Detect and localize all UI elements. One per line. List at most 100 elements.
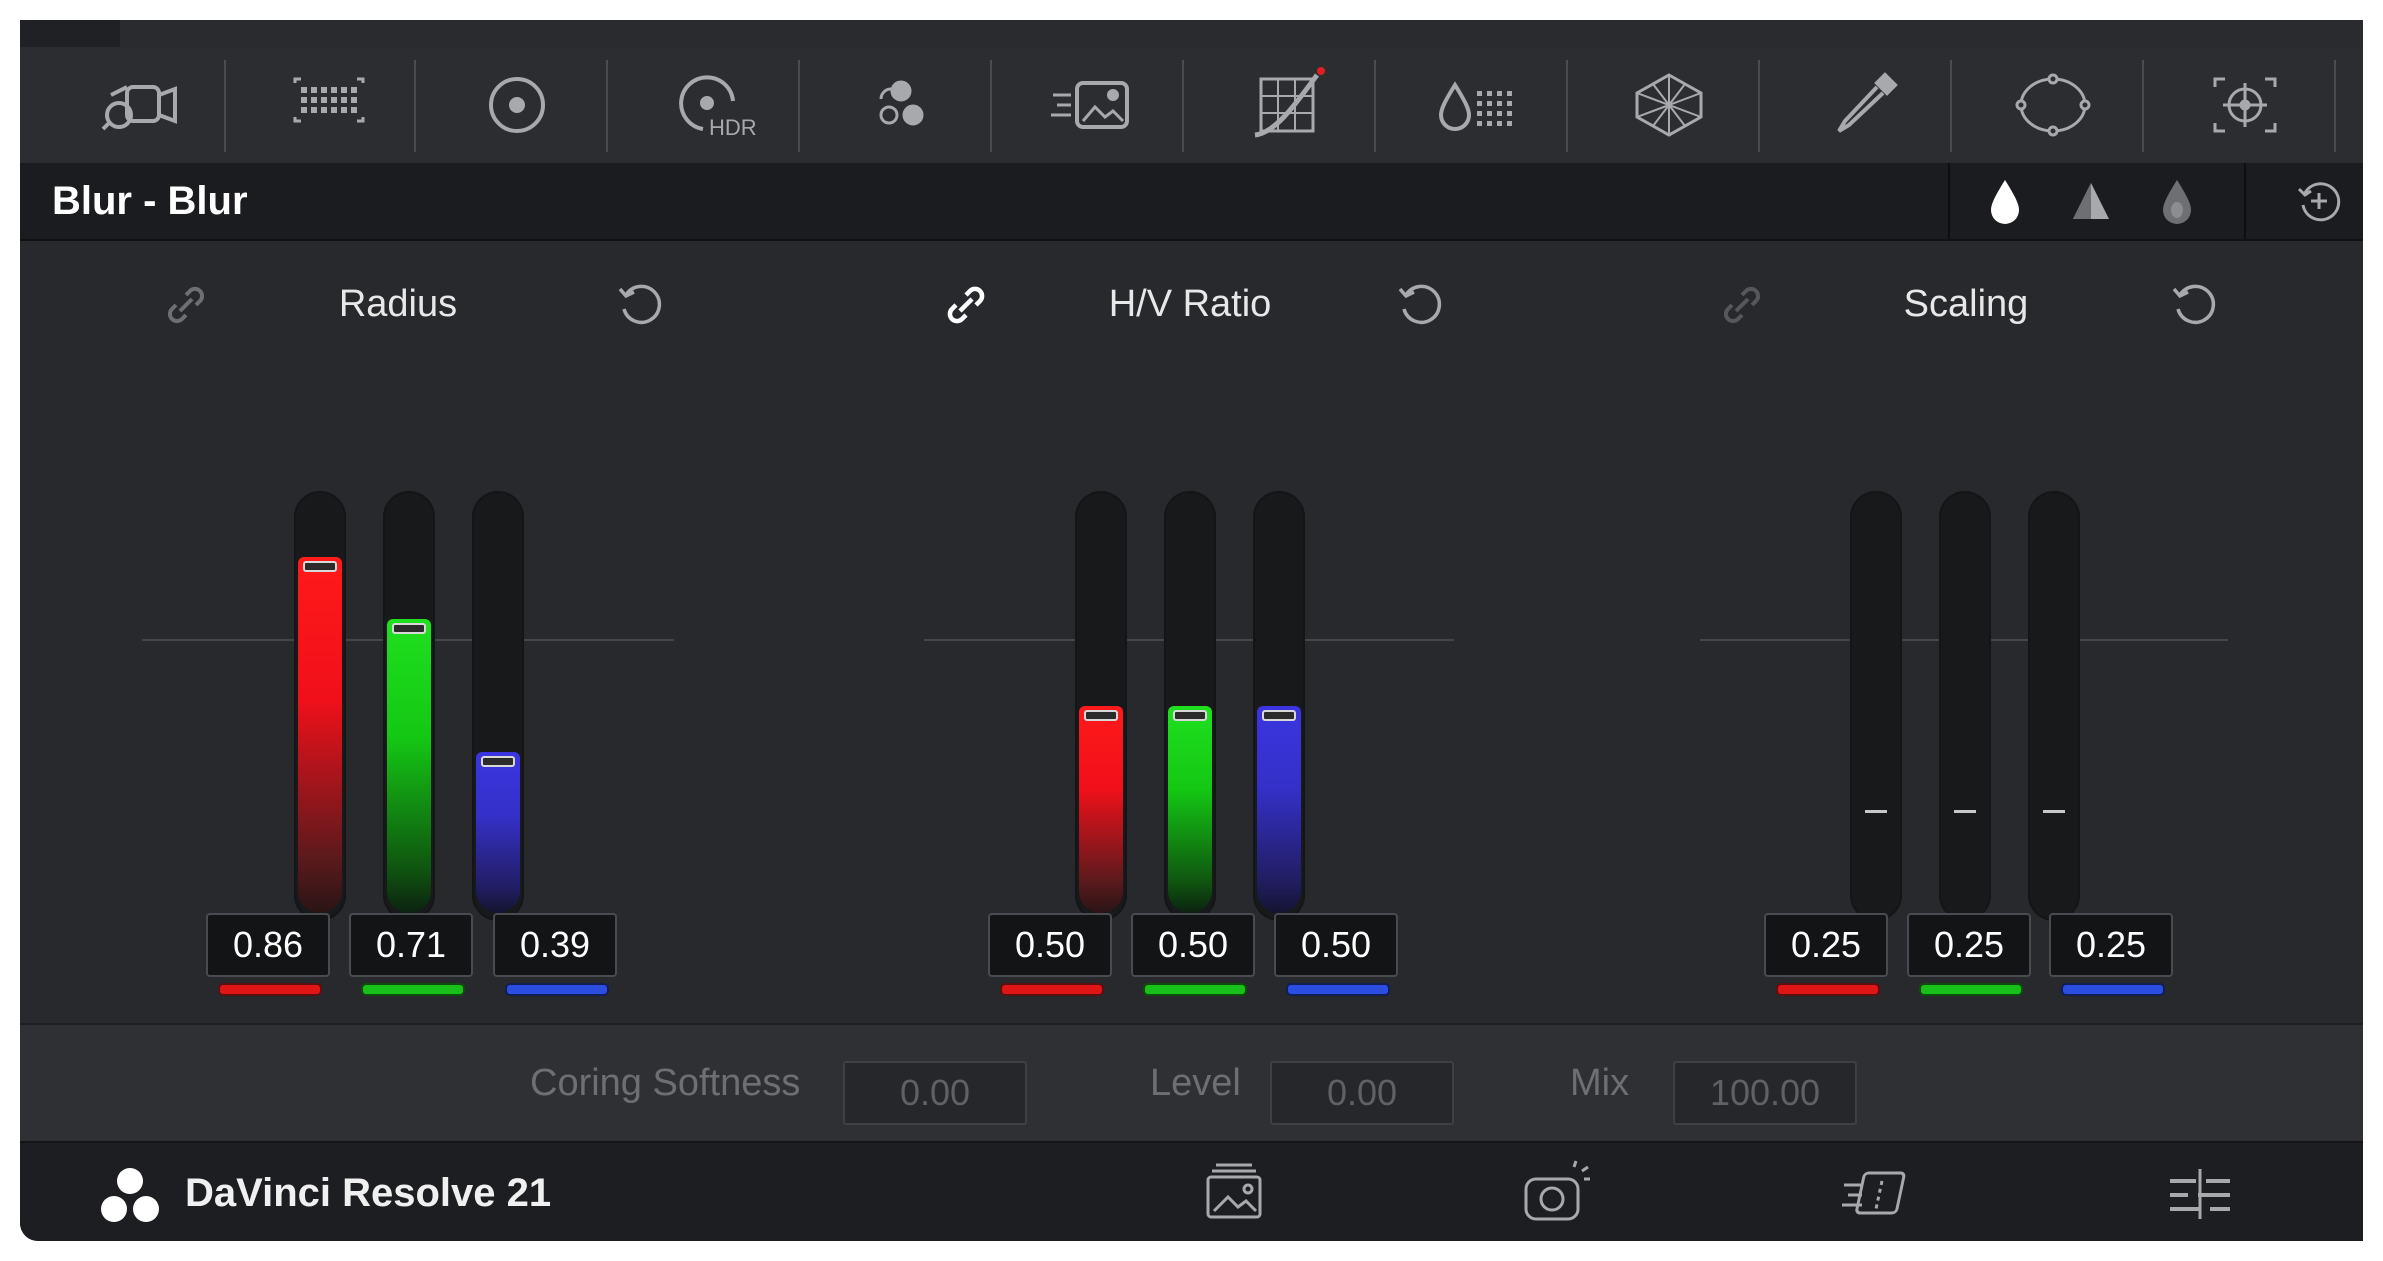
fusion-page-icon[interactable] (1838, 1157, 1918, 1229)
blue-channel-underline (1286, 983, 1390, 996)
scaling-title: Scaling (1903, 283, 2029, 325)
scaling-green-level-marker[interactable] (1954, 810, 1976, 813)
toolbar-separator (224, 60, 226, 152)
radius-green-value[interactable]: 0.71 (349, 913, 473, 977)
color-page-icon[interactable] (1516, 1157, 1596, 1229)
color-warper-icon[interactable] (1574, 47, 1764, 163)
color-wheels-icon[interactable] (422, 47, 612, 163)
slider-handle[interactable] (1084, 710, 1118, 721)
radius-group: Radius 0.86 0.71 0.39 (20, 241, 800, 1041)
hv-ratio-red-fill (1079, 706, 1123, 913)
radius-blue-fill (476, 752, 520, 913)
color-match-icon[interactable] (234, 47, 424, 163)
header-separator (1948, 163, 1950, 239)
toolbar-separator (1182, 60, 1184, 152)
toolbar-separator (990, 60, 992, 152)
blur-parameters-panel: Radius 0.86 0.71 0.39 H/V Ratio 0.50 0.5… (20, 241, 2363, 1041)
mix-label: Mix (1570, 1062, 1630, 1104)
curves-icon[interactable] (1190, 47, 1380, 163)
hv-ratio-green-fill (1168, 706, 1212, 913)
toolbar-separator (798, 60, 800, 152)
rgb-mixer-icon[interactable] (806, 47, 996, 163)
hdr-wheels-icon[interactable]: HDR (614, 47, 804, 163)
slider-handle[interactable] (1173, 710, 1207, 721)
scaling-green-slider[interactable] (1939, 491, 1991, 921)
toolbar-top-tab[interactable] (20, 20, 120, 47)
scaling-blue-level-marker[interactable] (2043, 810, 2065, 813)
motion-effects-icon[interactable] (998, 47, 1188, 163)
radius-blue-slider[interactable] (472, 491, 524, 921)
bottom-params-bar: Coring Softness 0.00 Level 0.00 Mix 100.… (20, 1023, 2363, 1141)
qualifier-icon[interactable] (1382, 47, 1572, 163)
deliver-page-icon[interactable] (2160, 1157, 2240, 1229)
hv-ratio-group: H/V Ratio 0.50 0.50 0.50 (802, 241, 1582, 1041)
scaling-blue-value[interactable]: 0.25 (2049, 913, 2173, 977)
mist-mode-icon[interactable] (2134, 163, 2220, 239)
hv-ratio-green-slider[interactable] (1164, 491, 1216, 921)
header-separator (2244, 163, 2246, 239)
red-channel-underline (1000, 983, 1104, 996)
hv-ratio-blue-value[interactable]: 0.50 (1274, 913, 1398, 977)
page-navigation-bar: DaVinci Resolve 21 (20, 1141, 2363, 1241)
coring-softness-label: Coring Softness (530, 1062, 801, 1104)
sharpen-mode-icon[interactable] (2048, 163, 2134, 239)
hv-ratio-title: H/V Ratio (1108, 283, 1272, 325)
scaling-group: Scaling 0.25 0.25 0.25 (1578, 241, 2358, 1041)
slider-handle[interactable] (1262, 710, 1296, 721)
hv-ratio-blue-slider[interactable] (1253, 491, 1305, 921)
slider-handle[interactable] (481, 756, 515, 767)
toolbar-separator (1566, 60, 1568, 152)
hdr-label: HDR (709, 115, 757, 140)
toolbar-separator (1950, 60, 1952, 152)
magic-mask-icon[interactable] (2150, 47, 2340, 163)
scaling-blue-slider[interactable] (2028, 491, 2080, 921)
blur-mode-icon[interactable] (1962, 163, 2048, 239)
scaling-red-slider[interactable] (1850, 491, 1902, 921)
hv-ratio-reset-icon[interactable] (1390, 275, 1450, 335)
slider-handle[interactable] (303, 561, 337, 572)
radius-red-slider[interactable] (294, 491, 346, 921)
blue-channel-underline (505, 983, 609, 996)
coring-softness-field[interactable]: 0.00 (843, 1061, 1027, 1125)
toolbar-separator (2334, 60, 2336, 152)
toolbar-separator (2142, 60, 2144, 152)
hv-ratio-red-value[interactable]: 0.50 (988, 913, 1112, 977)
level-field[interactable]: 0.00 (1270, 1061, 1454, 1125)
toolbar-separator (414, 60, 416, 152)
level-label: Level (1150, 1062, 1241, 1104)
scaling-red-level-marker[interactable] (1865, 810, 1887, 813)
scaling-green-value[interactable]: 0.25 (1907, 913, 2031, 977)
toolbar-top-strip (20, 20, 2363, 49)
panel-title: Blur - Blur (52, 179, 248, 223)
radius-blue-value[interactable]: 0.39 (493, 913, 617, 977)
green-channel-underline (361, 983, 465, 996)
window-icon[interactable] (1766, 47, 1956, 163)
mix-field[interactable]: 100.00 (1673, 1061, 1857, 1125)
radius-green-slider[interactable] (383, 491, 435, 921)
app-window: HDR Blur - Blur Radius 0.86 0.71 0.39 H/… (20, 20, 2363, 1241)
hv-ratio-blue-fill (1257, 706, 1301, 913)
reset-all-icon[interactable] (2276, 163, 2362, 239)
camera-raw-icon[interactable] (44, 47, 234, 163)
radius-green-fill (387, 619, 431, 913)
red-channel-underline (1776, 983, 1880, 996)
blue-channel-underline (2061, 983, 2165, 996)
radius-reset-icon[interactable] (610, 275, 670, 335)
radius-title: Radius (338, 283, 458, 325)
radius-red-value[interactable]: 0.86 (206, 913, 330, 977)
green-channel-underline (1143, 983, 1247, 996)
red-channel-underline (218, 983, 322, 996)
panel-header: Blur - Blur (20, 163, 2363, 241)
radius-red-fill (298, 557, 342, 913)
toolbar-separator (606, 60, 608, 152)
slider-handle[interactable] (392, 623, 426, 634)
hv-ratio-red-slider[interactable] (1075, 491, 1127, 921)
tracker-icon[interactable] (1958, 47, 2148, 163)
media-page-icon[interactable] (1194, 1157, 1274, 1229)
green-channel-underline (1919, 983, 2023, 996)
scaling-red-value[interactable]: 0.25 (1764, 913, 1888, 977)
scaling-reset-icon[interactable] (2164, 275, 2224, 335)
toolbar-separator (1374, 60, 1376, 152)
hv-ratio-green-value[interactable]: 0.50 (1131, 913, 1255, 977)
toolbar-separator (1758, 60, 1760, 152)
